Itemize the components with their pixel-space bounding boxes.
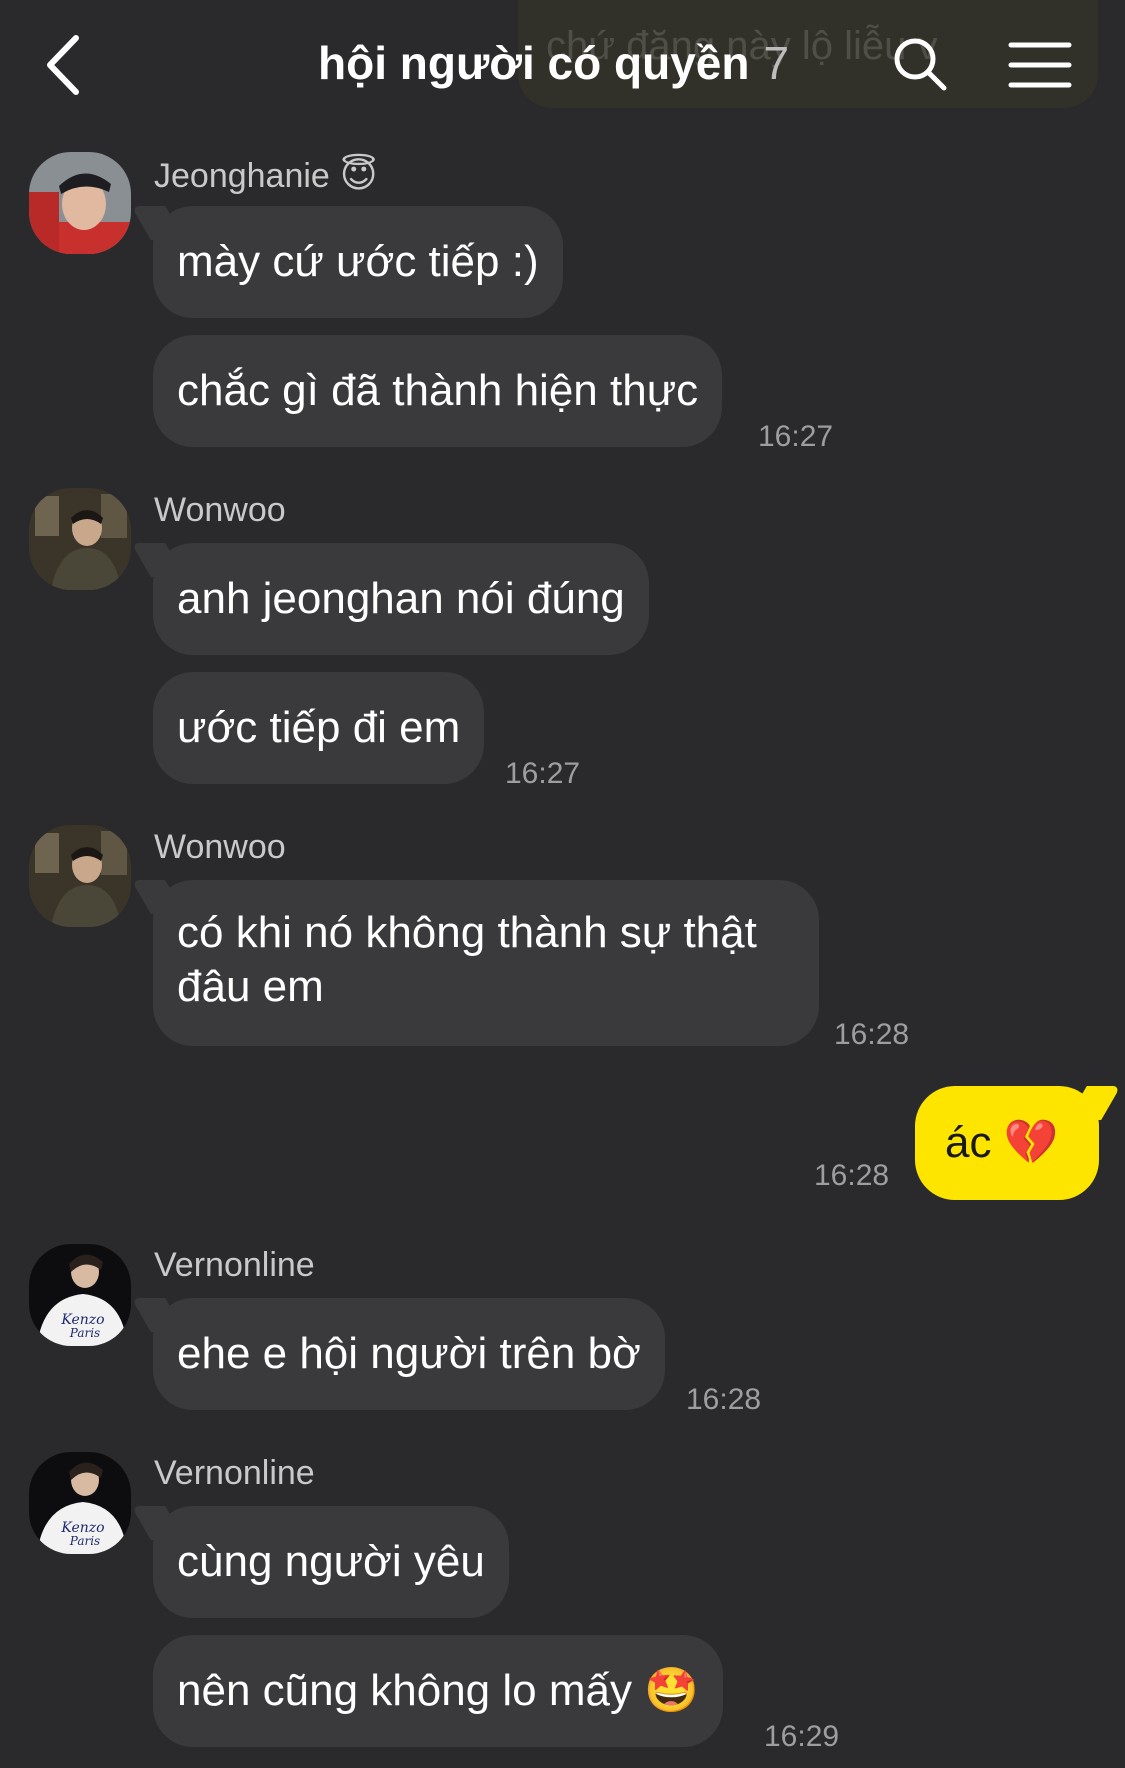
avatar-photo (29, 152, 131, 254)
message-text: nên cũng không lo mấy (177, 1666, 632, 1715)
avatar-vernonline[interactable]: Kenzo Paris (29, 1452, 131, 1554)
message-bubble[interactable]: mày cứ ước tiếp :) (153, 206, 563, 318)
message-bubble[interactable]: ehe e hội người trên bờ (153, 1298, 665, 1410)
search-icon (894, 38, 947, 91)
message-bubble[interactable]: chắc gì đã thành hiện thực (153, 335, 723, 447)
member-count: 7 (763, 37, 790, 89)
avatar-jeonghanie[interactable] (29, 152, 131, 254)
halo-smile-emoji: 😇 (339, 154, 378, 195)
message-timestamp: 16:28 (686, 1383, 762, 1416)
sender-name: Jeonghanie 😇 (154, 154, 377, 196)
sender-name: Wonwoo (154, 491, 286, 529)
shirt-city-text: Paris (69, 1534, 100, 1548)
message-bubble[interactable]: cùng người yêu (153, 1506, 509, 1618)
chat-title: hội người có quyền 7 (318, 36, 789, 90)
star-struck-emoji: 🤩 (644, 1666, 700, 1715)
chat-header: chứ đăng này lộ liễu v hội người có quyề… (0, 0, 1125, 130)
broken-heart-emoji: 💔 (1003, 1118, 1059, 1167)
menu-button[interactable] (1008, 40, 1072, 90)
message-timestamp: 16:28 (814, 1159, 890, 1192)
chevron-left-icon (47, 35, 79, 95)
avatar-photo (29, 488, 131, 590)
avatar-photo: Kenzo Paris (29, 1244, 131, 1346)
avatar-vernonline[interactable]: Kenzo Paris (29, 1244, 131, 1346)
sender-name: Vernonline (154, 1246, 315, 1284)
sender-name: Wonwoo (154, 828, 286, 866)
shirt-city-text: Paris (69, 1326, 100, 1340)
avatar-wonwoo[interactable] (29, 488, 131, 590)
hamburger-menu-icon (1008, 42, 1072, 88)
search-button[interactable] (890, 34, 950, 94)
avatar-photo: Kenzo Paris (29, 1452, 131, 1554)
sender-name: Vernonline (154, 1454, 315, 1492)
sender-name-text: Jeonghanie (154, 157, 330, 195)
my-message-text: ác (945, 1118, 992, 1167)
message-bubble[interactable]: anh jeonghan nói đúng (153, 543, 649, 655)
message-bubble[interactable]: ước tiếp đi em (153, 672, 485, 784)
message-timestamp: 16:27 (758, 420, 834, 453)
message-timestamp: 16:29 (764, 1720, 840, 1753)
back-button[interactable] (40, 30, 90, 100)
message-bubble[interactable]: nên cũng không lo mấy 🤩 (153, 1635, 724, 1747)
my-message-bubble[interactable]: ác 💔 (915, 1086, 1099, 1200)
avatar-wonwoo[interactable] (29, 825, 131, 927)
chat-name: hội người có quyền (318, 37, 750, 89)
message-timestamp: 16:28 (834, 1018, 910, 1051)
avatar-photo (29, 825, 131, 927)
message-bubble[interactable]: có khi nó không thành sự thật đâu em (153, 880, 819, 1046)
message-timestamp: 16:27 (505, 757, 581, 790)
